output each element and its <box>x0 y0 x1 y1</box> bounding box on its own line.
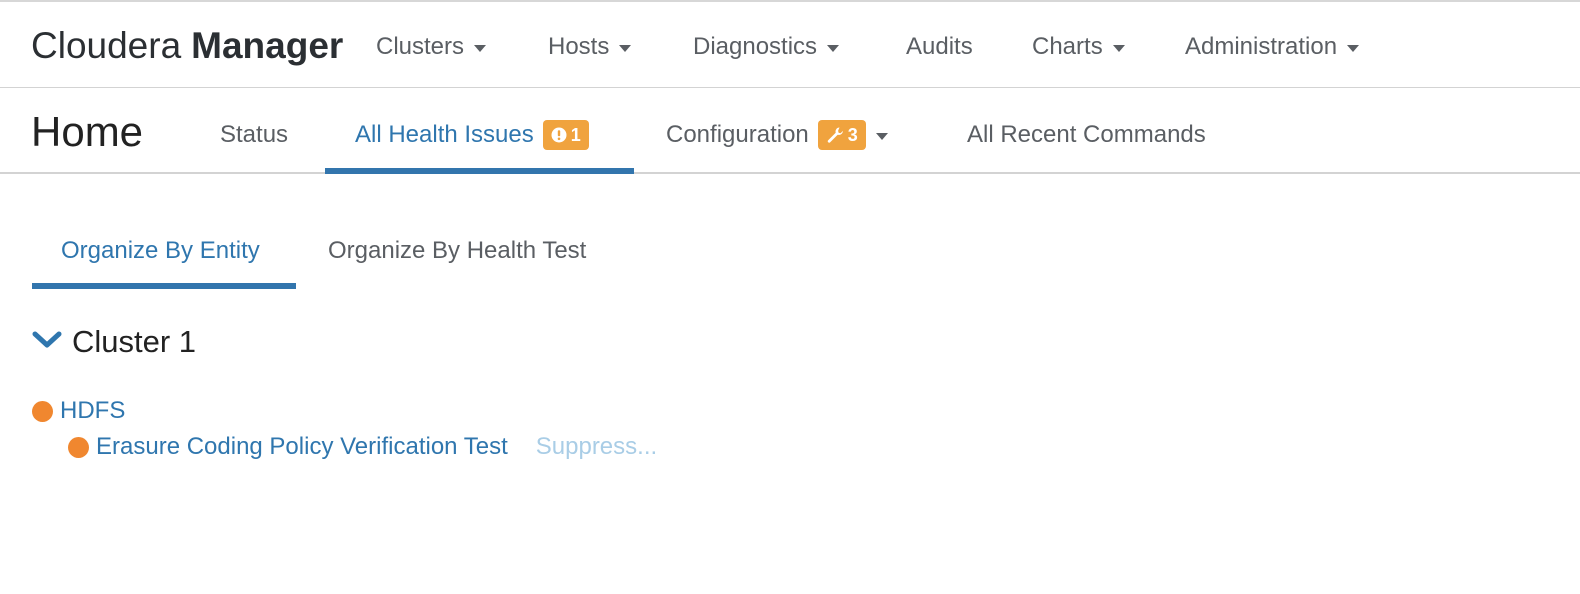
health-issues-count: 1 <box>570 125 581 145</box>
page-title: Home <box>31 108 144 155</box>
health-issues-badge: 1 <box>542 120 589 150</box>
caret-down-icon <box>827 44 840 52</box>
nav-hosts-menu[interactable]: Hosts <box>548 32 632 62</box>
nav-administration-menu[interactable]: Administration <box>1185 32 1360 62</box>
caret-down-icon <box>1347 44 1360 52</box>
configuration-badge: 3 <box>817 120 866 150</box>
caret-down-icon[interactable] <box>875 132 888 140</box>
health-test-link[interactable]: Erasure Coding Policy Verification Test <box>96 433 508 461</box>
warning-status-dot-icon <box>32 400 53 422</box>
nav-clusters-menu[interactable]: Clusters <box>376 32 487 62</box>
service-row: HDFS <box>32 396 125 426</box>
tab-configuration-label: Configuration <box>666 121 809 148</box>
nav-audits-link[interactable]: Audits <box>906 32 973 62</box>
nav-hosts-label: Hosts <box>548 33 610 60</box>
wrench-icon <box>826 126 844 144</box>
service-link-hdfs[interactable]: HDFS <box>60 397 125 425</box>
caret-down-icon <box>474 44 487 52</box>
tab-status-label: Status <box>220 121 289 148</box>
subtab-organize-by-health-test[interactable]: Organize By Health Test <box>328 236 586 266</box>
suppress-link[interactable]: Suppress... <box>536 433 657 461</box>
nav-diagnostics-label: Diagnostics <box>693 33 818 60</box>
caret-down-icon <box>619 44 632 52</box>
cluster-name: Cluster 1 <box>72 324 197 359</box>
tab-recent-commands-label: All Recent Commands <box>967 121 1206 148</box>
tab-status[interactable]: Status <box>220 120 288 150</box>
tab-health-issues-label: All Health Issues <box>355 121 534 148</box>
nav-charts-menu[interactable]: Charts <box>1032 32 1125 62</box>
chevron-down-icon <box>32 330 62 355</box>
configuration-count: 3 <box>847 125 858 145</box>
nav-audits-label: Audits <box>906 33 973 60</box>
tab-configuration[interactable]: Configuration 3 <box>666 120 888 150</box>
nav-administration-label: Administration <box>1185 33 1338 60</box>
active-tab-indicator <box>325 168 634 174</box>
nav-charts-label: Charts <box>1032 33 1103 60</box>
nav-clusters-label: Clusters <box>376 33 465 60</box>
exclamation-circle-icon <box>551 127 567 143</box>
top-navbar: Cloudera Manager Clusters Hosts Diagnosti… <box>0 0 1580 88</box>
subtab-organize-by-entity[interactable]: Organize By Entity <box>61 236 260 266</box>
caret-down-icon <box>1112 44 1125 52</box>
brand-name-light: Cloudera <box>31 25 182 66</box>
brand-name-bold: Manager <box>191 25 344 66</box>
nav-diagnostics-menu[interactable]: Diagnostics <box>693 32 840 62</box>
warning-status-dot-icon <box>68 436 89 458</box>
tab-all-health-issues[interactable]: All Health Issues 1 <box>355 120 589 150</box>
brand-logo[interactable]: Cloudera Manager <box>31 26 343 66</box>
tab-all-recent-commands[interactable]: All Recent Commands <box>967 120 1206 150</box>
health-issue-row: Erasure Coding Policy Verification Test … <box>68 432 657 462</box>
page-header: Home Status All Health Issues 1 Configur… <box>0 88 1580 174</box>
cluster-toggle[interactable]: Cluster 1 <box>32 324 196 360</box>
active-subtab-indicator <box>32 283 296 289</box>
